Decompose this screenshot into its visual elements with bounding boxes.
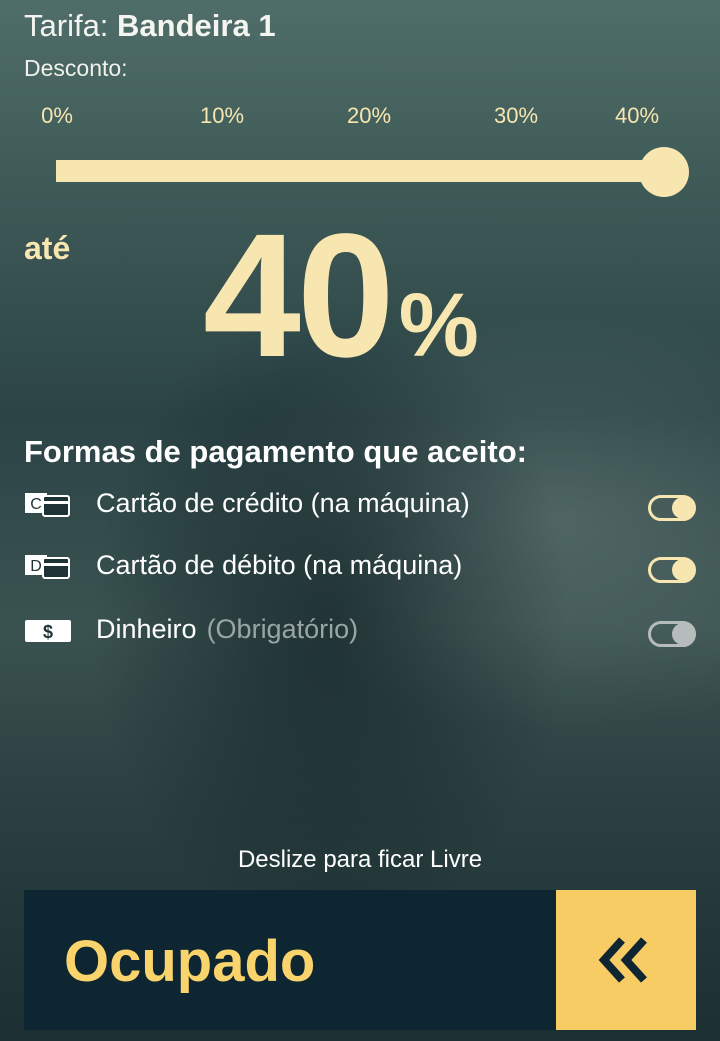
- discount-value: 40: [203, 198, 395, 394]
- toggle-debit[interactable]: [648, 557, 696, 583]
- slider-fill: [56, 160, 664, 182]
- discount-prefix: até: [24, 230, 71, 266]
- toggle-credit[interactable]: [648, 495, 696, 521]
- tick-10: 10%: [199, 103, 245, 128]
- slider-thumb[interactable]: [639, 147, 689, 197]
- tick-30: 30%: [493, 103, 539, 128]
- slider-ticks: 0% 10% 20% 30% 40%: [0, 103, 720, 133]
- double-chevron-left-icon: [598, 937, 647, 983]
- payment-row-debit: D Cartão de débito (na máquina): [0, 546, 720, 590]
- tarifa-label: Tarifa:: [24, 8, 109, 43]
- tick-0: 0%: [41, 103, 73, 128]
- payment-row-credit: C Cartão de crédito (na máquina): [0, 484, 720, 528]
- svg-text:$: $: [43, 622, 53, 642]
- tick-20: 20%: [346, 103, 392, 128]
- cash-icon: $: [25, 620, 71, 642]
- toggle-knob: [672, 623, 694, 645]
- svg-text:D: D: [30, 558, 42, 575]
- payment-label-credit: Cartão de crédito (na máquina): [96, 488, 470, 518]
- toggle-knob: [672, 497, 694, 519]
- discount-value-display: 40%: [203, 195, 479, 397]
- tick-40: 40%: [614, 103, 660, 128]
- cash-label: Dinheiro: [96, 614, 197, 644]
- toggle-knob: [672, 559, 694, 581]
- payment-methods-title: Formas de pagamento que aceito:: [24, 434, 527, 469]
- discount-slider[interactable]: [56, 147, 689, 197]
- swipe-handle[interactable]: [556, 890, 696, 1030]
- debit-card-icon: D: [25, 555, 70, 579]
- discount-unit: %: [398, 276, 479, 376]
- payment-row-cash: $ Dinheiro (Obrigatório): [0, 610, 720, 654]
- tarifa-title: Tarifa: Bandeira 1: [24, 8, 276, 44]
- desconto-label: Desconto:: [24, 55, 128, 81]
- status-swipe-bar[interactable]: Ocupado: [24, 890, 696, 1030]
- payment-label-cash: Dinheiro (Obrigatório): [96, 614, 358, 645]
- status-label: Ocupado: [64, 929, 316, 994]
- credit-card-icon: C: [25, 493, 70, 517]
- cash-note: (Obrigatório): [206, 614, 359, 644]
- tarifa-value: Bandeira 1: [117, 8, 276, 43]
- svg-text:C: C: [30, 496, 42, 513]
- payment-label-debit: Cartão de débito (na máquina): [96, 550, 463, 580]
- toggle-cash: [648, 621, 696, 647]
- swipe-hint: Deslize para ficar Livre: [237, 846, 483, 873]
